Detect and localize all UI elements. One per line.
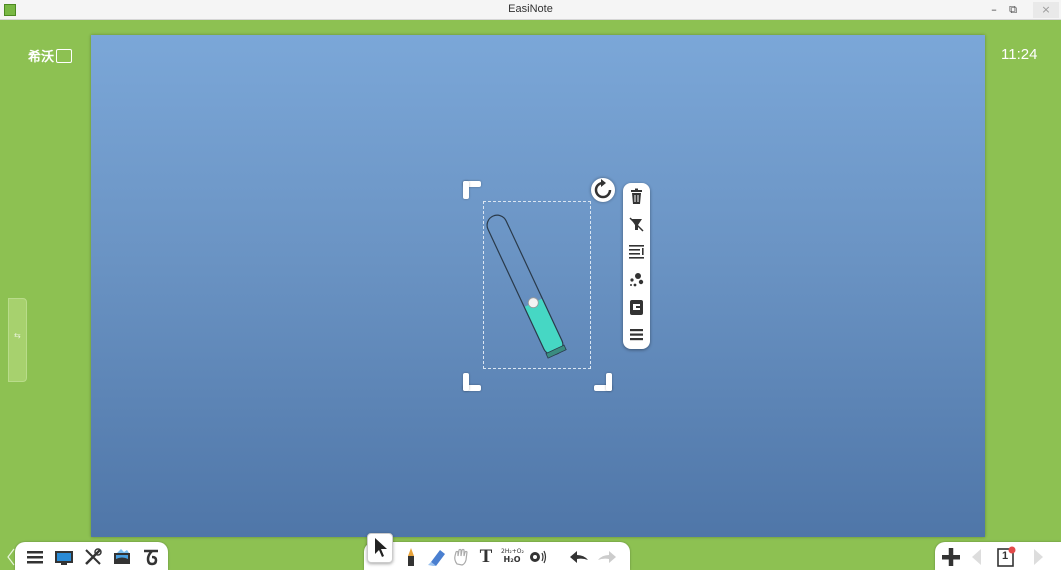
effects-icon[interactable]	[627, 270, 646, 289]
rotate-icon	[594, 179, 612, 199]
tools-icon[interactable]	[82, 546, 104, 568]
more-menu-icon[interactable]	[627, 325, 646, 344]
window-title: EasiNote	[508, 3, 553, 15]
clock: 11:24	[1001, 46, 1038, 63]
pointer-icon	[375, 538, 387, 557]
menu-icon[interactable]	[24, 546, 46, 568]
title-bar: EasiNote – ⧉ ×	[0, 0, 1061, 20]
logo-text: 希沃	[28, 49, 55, 64]
roam-tool[interactable]	[450, 546, 472, 568]
page-toolbar: 1	[935, 542, 1061, 570]
formula-line-2: H₂O	[503, 555, 521, 564]
rotate-button[interactable]	[591, 178, 615, 202]
page-list-button[interactable]: 1	[995, 546, 1017, 568]
eraser-tool[interactable]	[425, 546, 447, 568]
subject-tools-icon[interactable]	[140, 546, 162, 568]
pen-tool[interactable]	[400, 546, 422, 568]
side-handle-icon: ⇆	[14, 331, 21, 340]
side-panel-handle[interactable]: ⇆	[8, 298, 27, 382]
formula-tool[interactable]: 2H₂+O₂ H₂O	[501, 546, 524, 568]
bottom-drawing-toolbar: T 2H₂+O₂ H₂O	[364, 542, 630, 570]
brand-logo: 希沃	[28, 46, 73, 65]
bottom-left-toolbar	[15, 542, 168, 570]
trash-icon[interactable]	[627, 187, 646, 206]
level-handle[interactable]	[527, 297, 539, 309]
select-tool[interactable]	[367, 533, 393, 563]
audio-tool[interactable]	[526, 546, 548, 568]
page-number: 1	[1001, 550, 1009, 562]
close-button[interactable]: ×	[1033, 2, 1059, 18]
test-tube[interactable]	[483, 201, 591, 369]
add-page-icon[interactable]	[940, 546, 962, 568]
undo-icon[interactable]	[568, 546, 590, 568]
restore-button[interactable]: ⧉	[1005, 2, 1021, 18]
minimize-button[interactable]: –	[986, 2, 1002, 18]
resize-handle-bottom-right[interactable]	[594, 373, 612, 391]
object-context-menu	[623, 183, 650, 349]
layer-icon[interactable]	[627, 298, 646, 317]
hide-icon[interactable]	[627, 215, 646, 234]
redo-icon[interactable]	[596, 546, 618, 568]
align-icon[interactable]	[627, 242, 646, 261]
resize-handle-bottom-left[interactable]	[463, 373, 481, 391]
resize-handle-top-left[interactable]	[463, 181, 481, 199]
courseware-icon[interactable]	[111, 546, 133, 568]
text-tool[interactable]: T	[475, 546, 497, 568]
logo-mark-icon	[56, 49, 73, 63]
screen-icon[interactable]	[53, 546, 75, 568]
prev-page-icon[interactable]	[966, 546, 988, 568]
next-page-icon[interactable]	[1027, 546, 1049, 568]
